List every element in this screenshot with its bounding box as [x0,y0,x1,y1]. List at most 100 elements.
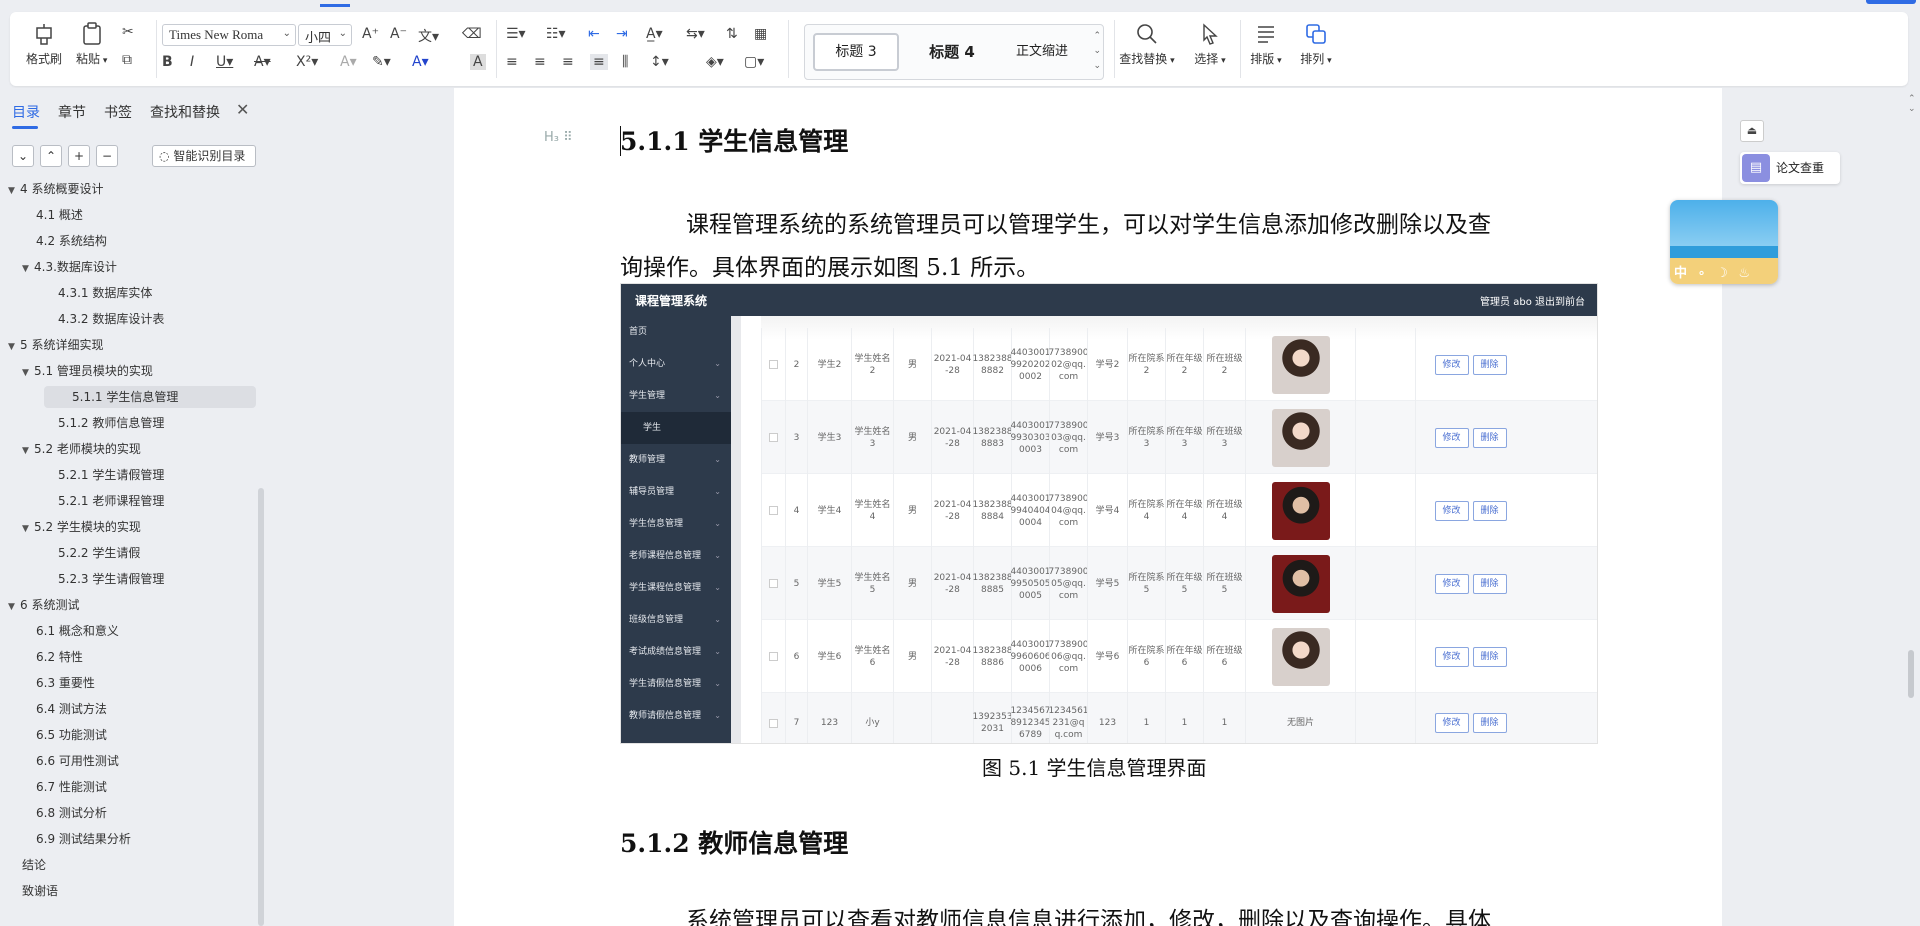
toc-item[interactable]: 4.1 概述 [36,204,83,226]
style-body-indent[interactable]: 正文缩进 [999,33,1085,71]
arrange-button[interactable]: 排列 ▾ [1294,20,1338,67]
styles-scroll-icon[interactable]: ⌃ ⌄ ⌄ [1093,29,1101,74]
toc-item[interactable]: 5.1.2 教师信息管理 [58,412,164,434]
layout-button[interactable]: 排版 ▾ [1246,20,1286,67]
bullet-list-icon[interactable]: ☰▾ [506,26,526,42]
expand-caret-icon[interactable]: ▼ [22,258,34,280]
toc-item[interactable]: 6.5 功能测试 [36,724,107,746]
toc-item[interactable]: ▼ 4.3.数据库设计 [22,256,117,278]
toc-item[interactable]: 致谢语 [22,880,58,902]
toc-item[interactable]: 6.8 测试分析 [36,802,107,824]
grow-font-icon[interactable]: A⁺ [362,26,379,42]
expand-down-button[interactable]: ⌄ [12,145,34,167]
phonetic-icon[interactable]: 文▾ [418,26,439,46]
char-shading-icon[interactable]: A [470,54,486,70]
line-break-icon[interactable]: ⇆▾ [686,26,705,42]
table-row[interactable]: 3 学生3 学生姓名 3 男 2021-04 -28 1382388 8883 440300… [761,401,1597,474]
toc-item[interactable]: 5.2.1 老师课程管理 [58,490,164,512]
find-replace-button[interactable]: 查找替换 ▾ [1116,20,1178,67]
bold-icon[interactable]: B [162,54,173,70]
edit-button[interactable]: 修改 [1434,713,1469,733]
toc-item[interactable]: ▼ 5.2 老师模块的实现 [22,438,141,460]
decrease-indent-icon[interactable]: ⇤ [588,26,600,42]
delete-button[interactable]: 删除 [1472,500,1507,521]
font-size-select[interactable]: 小四 ⌄ [298,24,352,46]
table-row[interactable]: 4 学生4 学生姓名 4 男 2021-04 -28 1382388 8884 440300… [761,474,1597,547]
expand-caret-icon[interactable]: ▼ [22,362,34,384]
shading-icon[interactable]: ◈▾ [706,54,724,70]
collapse-panel-button[interactable]: ⏏ [1740,120,1764,142]
add-level-button[interactable]: + [68,145,90,167]
toc-item[interactable]: 6.1 概念和意义 [36,620,119,642]
expand-caret-icon[interactable]: ▼ [8,336,20,358]
toc-item[interactable]: 6.9 测试结果分析 [36,828,131,850]
collapse-up-button[interactable]: ⌃ [40,145,62,167]
document-scrollbar[interactable] [1908,650,1914,698]
toc-item[interactable]: ▼ 5.1 管理员模块的实现 [22,360,153,382]
edit-button[interactable]: 修改 [1434,500,1469,521]
pane-scrollbar[interactable] [258,488,264,926]
toc-item[interactable]: 6.2 特性 [36,646,83,668]
smart-toc-button[interactable]: ◌ 智能识别目录 [152,145,256,167]
expand-caret-icon[interactable]: ▼ [8,180,20,202]
underline-icon[interactable]: U▾ [216,54,233,70]
row-checkbox[interactable] [769,360,778,369]
strikethrough-icon[interactable]: A▾ [254,54,271,70]
cut-icon[interactable]: ✂ [122,24,134,40]
expand-caret-icon[interactable]: ▼ [22,518,34,540]
shrink-font-icon[interactable]: A⁻ [390,26,407,42]
format-painter-button[interactable]: 格式刷 [26,20,62,67]
delete-button[interactable]: 删除 [1472,646,1507,667]
row-checkbox[interactable] [769,506,778,515]
align-right-icon[interactable]: ≡ [562,54,574,70]
toc-item[interactable]: 5.2.1 学生请假管理 [58,464,164,486]
edit-button[interactable]: 修改 [1434,427,1469,448]
delete-button[interactable]: 删除 [1472,573,1507,594]
toc-item[interactable]: ▼ 4 系统概要设计 [8,178,103,200]
row-checkbox[interactable] [769,579,778,588]
tab-toc[interactable]: 目录 [12,102,40,129]
toc-item[interactable]: 6.6 可用性测试 [36,750,119,772]
paragraph-line[interactable]: 询操作。具体界面的展示如图 5.1 所示。 [620,248,1039,282]
plagiarism-check-button[interactable]: ▤ 论文查重 [1740,152,1840,184]
clear-format-icon[interactable]: ⌫ [462,26,482,42]
toc-item[interactable]: 6.4 测试方法 [36,698,107,720]
border-icon[interactable]: ▢▾ [744,54,764,70]
tab-find-replace[interactable]: 查找和替换 [150,102,220,122]
toc-item[interactable]: 5.2.2 学生请假 [58,542,140,564]
table-ruler-icon[interactable]: ▦ [754,26,767,42]
delete-button[interactable]: 删除 [1472,427,1507,448]
toc-item[interactable]: ▼ 5.2 学生模块的实现 [22,516,141,538]
heading-drag-handle-icon[interactable]: H₃ ⠿ [544,130,573,145]
italic-icon[interactable]: I [190,54,194,70]
copy-icon[interactable]: ⧉ [122,52,132,68]
toc-item[interactable]: 6.3 重要性 [36,672,95,694]
edit-button[interactable]: 修改 [1434,646,1469,667]
toc-item[interactable]: 5.2.3 学生请假管理 [58,568,164,590]
superscript-icon[interactable]: X²▾ [296,54,318,70]
heading-5-1-1[interactable]: 5.1.1 学生信息管理 [620,122,848,158]
toc-item[interactable]: 4.2 系统结构 [36,230,107,252]
top-action-button[interactable] [1866,0,1916,4]
toc-item[interactable]: ▼ 6 系统测试 [8,594,79,616]
distribute-icon[interactable]: ⫼ [622,54,628,70]
delete-button[interactable]: 删除 [1472,354,1507,375]
style-heading3[interactable]: 标题 3 [813,33,899,71]
style-heading4[interactable]: 标题 4 [909,33,995,71]
toc-item[interactable]: 6.7 性能测试 [36,776,107,798]
paragraph-line[interactable]: 课程管理系统的系统管理员可以管理学生，可以对学生信息添加修改删除以及查 [686,205,1491,239]
table-row[interactable]: 2 学生2 学生姓名 2 男 2021-04 -28 1382388 8882 440300… [761,328,1597,401]
tab-chapters[interactable]: 章节 [58,102,86,122]
numbered-list-icon[interactable]: ☷▾ [546,26,566,42]
paragraph-line[interactable]: 系统管理员可以查看对教师信息信息进行添加，修改，删除以及查询操作。具体 [686,901,1491,926]
tab-bookmarks[interactable]: 书签 [104,102,132,122]
text-effect-icon[interactable]: A▾ [340,54,357,70]
edit-button[interactable]: 修改 [1434,573,1469,594]
increase-indent-icon[interactable]: ⇥ [616,26,628,42]
edit-button[interactable]: 修改 [1434,354,1469,375]
align-center-icon[interactable]: ≡ [534,54,546,70]
align-left-icon[interactable]: ≡ [506,54,518,70]
delete-button[interactable]: 删除 [1472,713,1507,733]
sort-icon[interactable]: ⇅ [726,26,738,42]
close-icon[interactable]: ✕ [236,100,249,119]
